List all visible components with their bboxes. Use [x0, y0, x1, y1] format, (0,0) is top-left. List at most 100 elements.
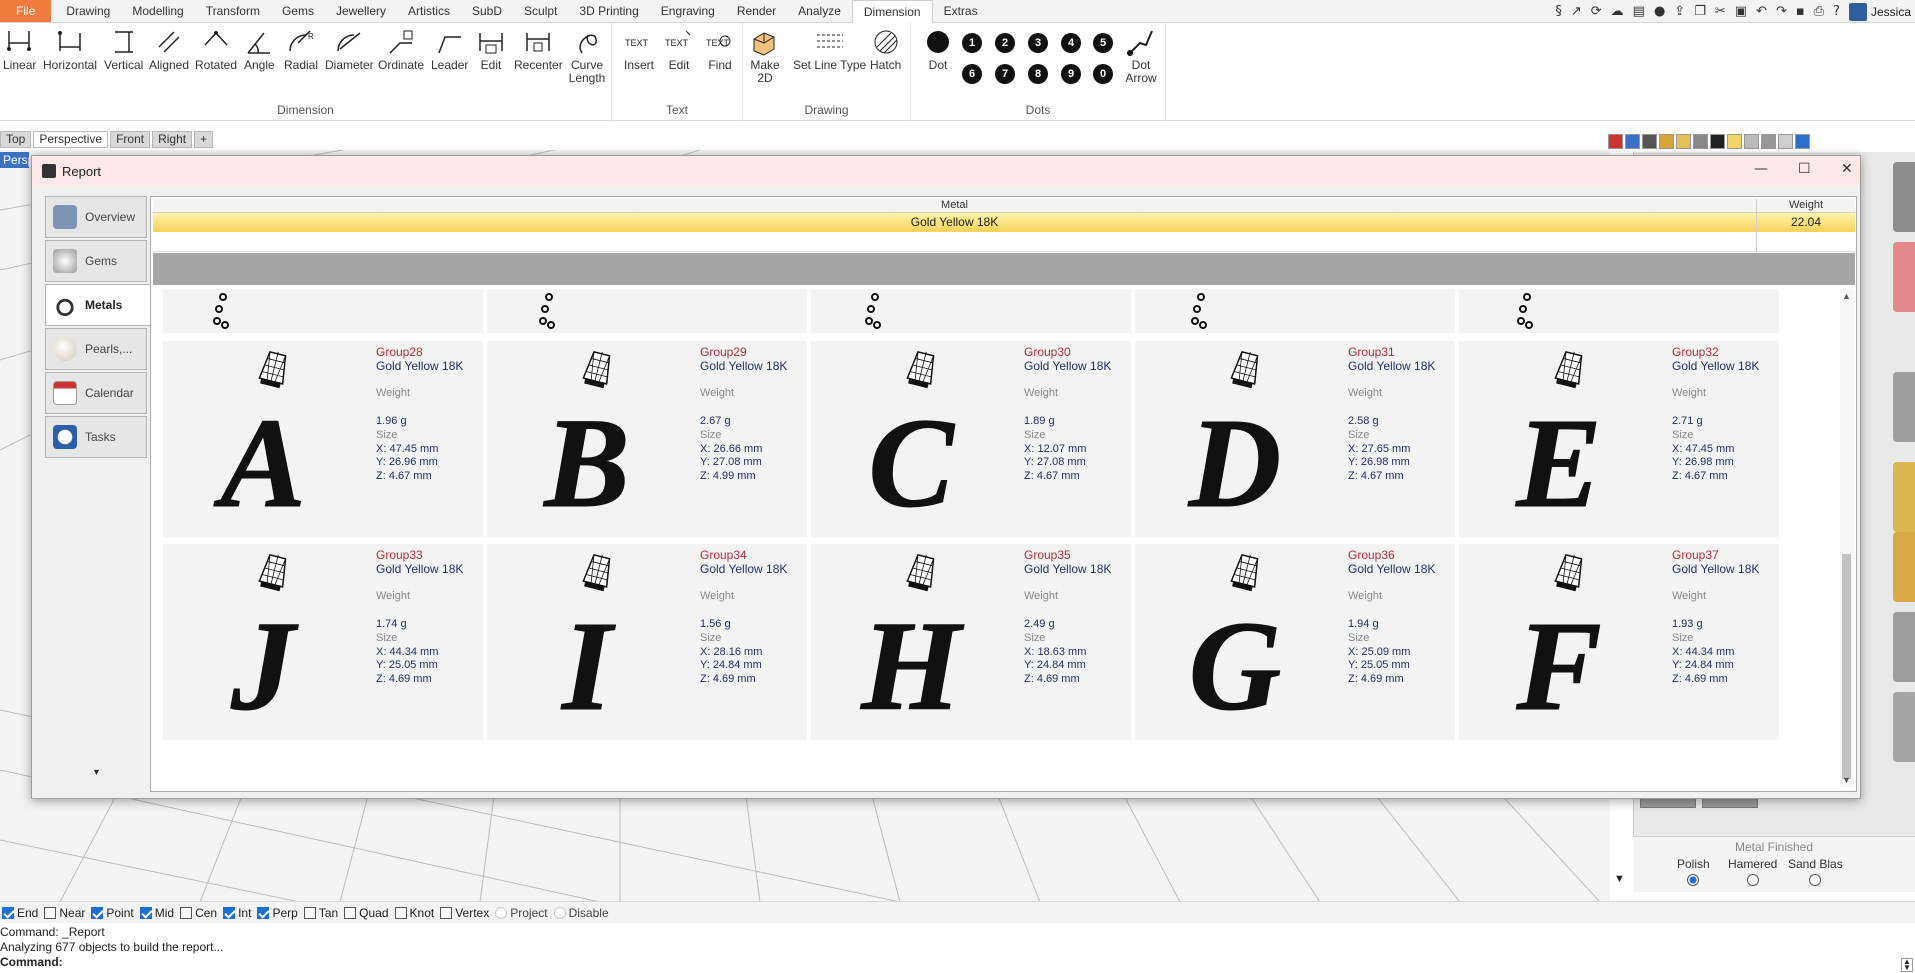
nav-metals[interactable]: Metals	[45, 284, 151, 326]
osnap-checkbox[interactable]	[440, 906, 453, 919]
tab-engraving[interactable]: Engraving	[650, 0, 726, 22]
dot-arrow-button[interactable]: Dot Arrow	[1124, 27, 1158, 85]
osnap-checkbox[interactable]	[180, 906, 193, 919]
osnap-quad[interactable]: Quad	[344, 906, 389, 920]
viewport-label[interactable]: Perspective	[0, 152, 29, 168]
edit-dimension-button[interactable]: Edit	[476, 27, 506, 72]
hamered-radio[interactable]	[1746, 874, 1759, 886]
horizontal-dimension-button[interactable]: Horizontal	[43, 27, 97, 72]
tab-dimension[interactable]: Dimension	[851, 0, 933, 23]
osnap-point[interactable]: Point	[91, 906, 134, 920]
osnap-mid[interactable]: Mid	[139, 906, 174, 920]
clock-icon[interactable]	[1744, 134, 1759, 149]
osnap-checkbox[interactable]	[303, 906, 316, 919]
osnap-int[interactable]: Int	[223, 906, 251, 920]
hatch-button[interactable]: Hatch	[870, 27, 901, 72]
osnap-checkbox[interactable]	[344, 906, 357, 919]
cut-icon[interactable]: ✂	[1715, 4, 1726, 19]
nav-calendar[interactable]: Calendar	[45, 372, 147, 414]
panel-collapse-arrow-icon[interactable]: ▼	[1614, 873, 1625, 885]
curve-tool-icon[interactable]: ↗	[1571, 4, 1582, 19]
osnap-tan[interactable]: Tan	[303, 906, 338, 920]
metal-piece-card[interactable]: I Group34 Gold Yellow 18K Weight 1.56 g Size X…	[487, 544, 807, 740]
dot-9-button[interactable]: 9	[1061, 64, 1081, 84]
finish-option-sand-blas[interactable]: Sand Blas	[1788, 857, 1843, 886]
tab-sculpt[interactable]: Sculpt	[513, 0, 568, 22]
metal-swatch[interactable]	[1893, 462, 1915, 532]
grid-icon[interactable]	[1761, 134, 1776, 149]
metal-piece-card[interactable]: F Group37 Gold Yellow 18K Weight 1.93 g Size X…	[1459, 544, 1779, 740]
dot-6-button[interactable]: 6	[962, 64, 982, 84]
nav-tasks[interactable]: Tasks	[45, 416, 147, 458]
osnap-project[interactable]: Project	[495, 906, 548, 920]
metal-piece-card[interactable]: H Group35 Gold Yellow 18K Weight 2.49 g Size X…	[811, 544, 1131, 740]
tab-right-view[interactable]: Right	[152, 131, 193, 148]
metal-piece-card[interactable]	[487, 289, 807, 333]
dot-3-button[interactable]: 3	[1028, 33, 1048, 53]
osnap-vertex[interactable]: Vertex	[440, 906, 489, 920]
command-scroll-icon[interactable]: ▲ ▼	[1901, 958, 1913, 972]
tab-drawing[interactable]: Drawing	[55, 0, 121, 22]
tab-gems[interactable]: Gems	[271, 0, 325, 22]
nav-scroll-down-icon[interactable]: ▼	[92, 767, 101, 777]
tab-render[interactable]: Render	[726, 0, 787, 22]
render-icon[interactable]	[1710, 134, 1725, 149]
osnap-checkbox[interactable]	[394, 906, 407, 919]
tab-artistics[interactable]: Artistics	[397, 0, 461, 22]
vertical-dimension-button[interactable]: Vertical	[104, 27, 143, 72]
tab-front-view[interactable]: Front	[110, 131, 151, 148]
redo-icon[interactable]: ↷	[1776, 4, 1787, 19]
nav-overview[interactable]: Overview	[45, 196, 147, 238]
metal-piece-card[interactable]	[163, 289, 483, 333]
angle-dimension-button[interactable]: Angle	[244, 27, 275, 72]
export-icon[interactable]: ⇪	[1674, 4, 1685, 19]
metal-swatch[interactable]	[1893, 692, 1915, 762]
edit-text-button[interactable]: TEXT Edit	[664, 27, 694, 72]
dot-2-button[interactable]: 2	[995, 33, 1015, 53]
osnap-perp[interactable]: Perp	[257, 906, 298, 920]
osnap-disable[interactable]: Disable	[553, 906, 609, 920]
light-icon[interactable]	[1727, 134, 1742, 149]
save-icon[interactable]: ▪	[1796, 4, 1805, 19]
color-icon[interactable]	[1659, 134, 1674, 149]
scrollbar-thumb[interactable]	[1842, 554, 1851, 779]
osnap-checkbox[interactable]	[495, 906, 508, 919]
display-mode-icon[interactable]	[1608, 134, 1623, 149]
column-header-metal[interactable]: Metal	[153, 199, 1757, 212]
tab-jewellery[interactable]: Jewellery	[325, 0, 397, 22]
osnap-end[interactable]: End	[2, 906, 38, 920]
maximize-icon[interactable]: ☐	[1798, 161, 1811, 177]
linear-dimension-button[interactable]: Linear	[3, 27, 36, 72]
dot-4-button[interactable]: 4	[1061, 33, 1081, 53]
material-icon[interactable]	[1625, 134, 1640, 149]
paste-icon[interactable]: ▣	[1735, 4, 1747, 19]
set-line-type-button[interactable]: Set Line Type	[793, 27, 866, 72]
nav-pearls[interactable]: Pearls,...	[45, 328, 147, 370]
polish-radio[interactable]	[1687, 874, 1700, 886]
metal-piece-card[interactable]	[1135, 289, 1455, 333]
layers-icon[interactable]	[1778, 134, 1793, 149]
tab-extras[interactable]: Extras	[933, 0, 989, 22]
tab-subd[interactable]: SubD	[461, 0, 513, 22]
rotated-dimension-button[interactable]: Rotated	[195, 27, 237, 72]
camera-icon[interactable]	[1693, 134, 1708, 149]
dot-7-button[interactable]: 7	[995, 64, 1015, 84]
copy-icon[interactable]: ❐	[1694, 4, 1706, 19]
aligned-dimension-button[interactable]: Aligned	[149, 27, 189, 72]
finish-option-hamered[interactable]: Hamered	[1728, 857, 1777, 886]
dot-button[interactable]: Dot	[923, 27, 953, 72]
radial-dimension-button[interactable]: R Radial	[284, 27, 318, 72]
sphere-icon[interactable]	[1642, 134, 1657, 149]
microphone-icon[interactable]: ●	[1654, 4, 1665, 19]
command-prompt[interactable]: Command:	[0, 955, 1915, 970]
dot-1-button[interactable]: 1	[962, 33, 982, 53]
clapper-icon[interactable]: ▤	[1633, 4, 1645, 19]
osnap-checkbox[interactable]	[553, 906, 566, 919]
folder-icon[interactable]	[1676, 134, 1691, 149]
metal-swatch[interactable]	[1893, 532, 1915, 602]
diameter-dimension-button[interactable]: Diameter	[325, 27, 374, 72]
table-row[interactable]: Gold Yellow 18K 22.04	[153, 213, 1855, 232]
osnap-checkbox[interactable]	[257, 906, 270, 919]
osnap-checkbox[interactable]	[139, 906, 152, 919]
metal-swatch[interactable]	[1893, 162, 1915, 232]
